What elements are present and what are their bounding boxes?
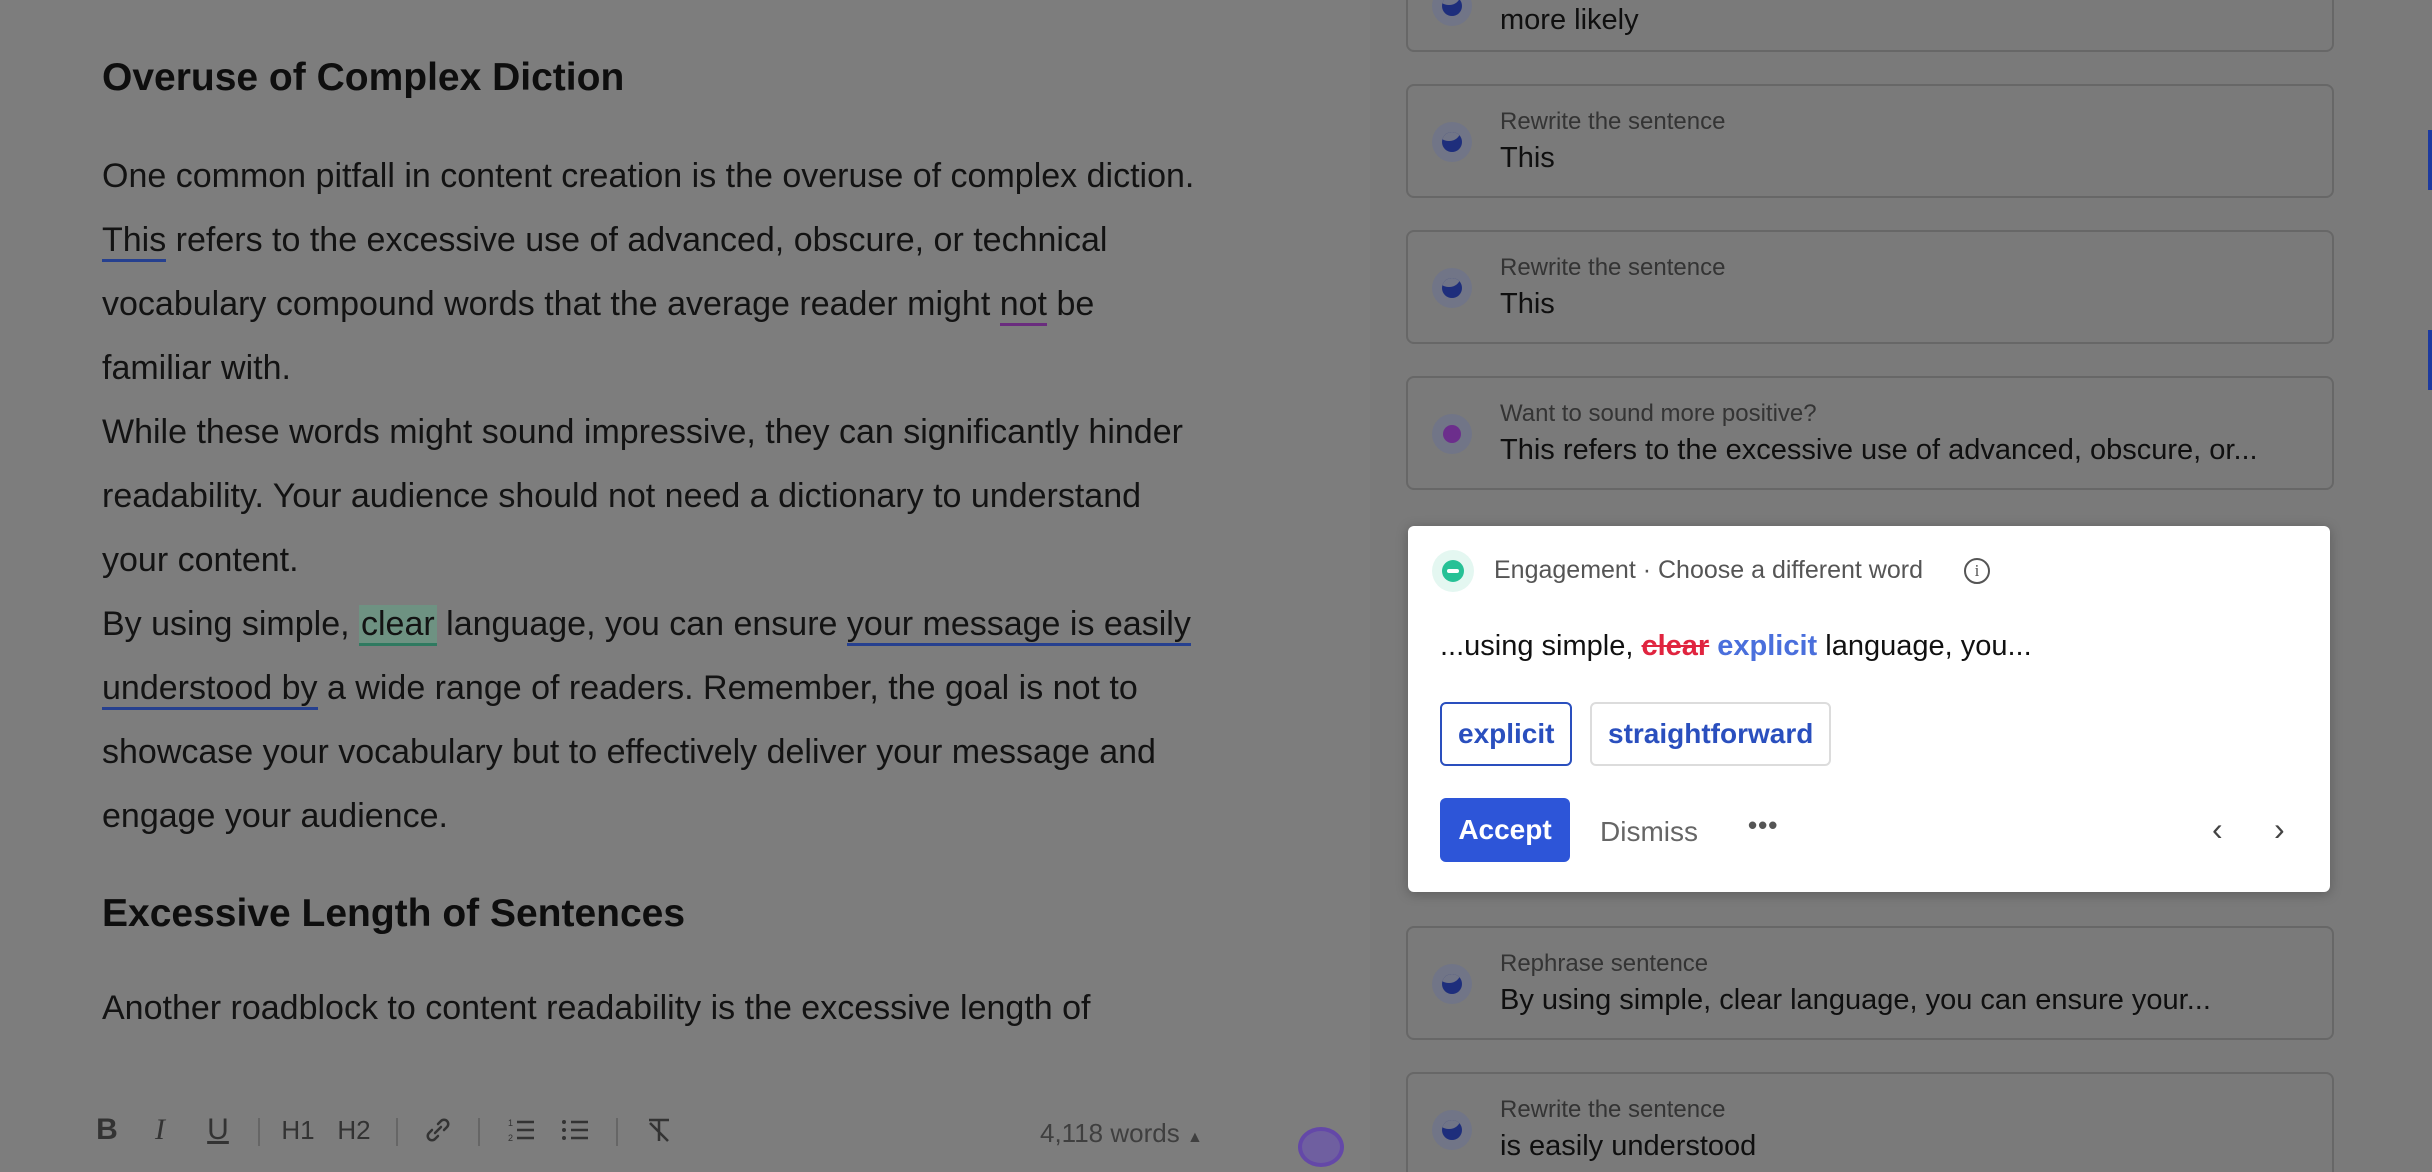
more-options-icon[interactable]: ••• xyxy=(1748,810,1778,841)
toolbar-divider xyxy=(478,1118,480,1146)
suggestion-caption: Rewrite the sentence xyxy=(1500,254,1726,281)
suggestion-caption: Rewrite the sentence xyxy=(1500,108,1726,135)
heading-sentence-length: Excessive Length of Sentences xyxy=(102,892,686,935)
heading-complex-diction: Overuse of Complex Diction xyxy=(102,56,625,99)
deleted-word: clear xyxy=(1641,630,1710,662)
toolbar-divider xyxy=(616,1118,618,1146)
assistant-icon[interactable] xyxy=(1298,1127,1344,1167)
svg-text:2: 2 xyxy=(508,1133,513,1143)
heading1-button[interactable]: H1 xyxy=(280,1110,316,1150)
suggestion-card[interactable]: Rephrase sentence By using simple, clear… xyxy=(1406,926,2334,1040)
paragraph-2[interactable]: While these words might sound impressive… xyxy=(102,400,1302,592)
suggestion-card[interactable]: more likely xyxy=(1406,0,2334,52)
text-line: a wide range of readers. Remember, the g… xyxy=(317,669,1138,707)
suggestion-popup: Engagement · Choose a different word i .… xyxy=(1408,526,2330,892)
paragraph-4[interactable]: Another roadblock to content readability… xyxy=(102,976,1302,1040)
rewrite-icon xyxy=(1432,1110,1472,1150)
suggestion-value: This xyxy=(1500,288,1555,320)
scroll-marker xyxy=(2428,330,2432,390)
text-line: showcase your vocabulary but to effectiv… xyxy=(102,733,1156,771)
text-line: By using simple, xyxy=(102,605,359,643)
heading2-button[interactable]: H2 xyxy=(336,1110,372,1150)
next-suggestion-icon[interactable]: › xyxy=(2274,811,2285,848)
paragraph-1[interactable]: One common pitfall in content creation i… xyxy=(102,144,1302,400)
text-line: readability. Your audience should not ne… xyxy=(102,477,1142,515)
svg-text:1: 1 xyxy=(508,1118,513,1128)
underlined-phrase-2[interactable]: understood by xyxy=(102,669,318,710)
suggestion-card[interactable]: Rewrite the sentence This xyxy=(1406,84,2334,198)
text-line: vocabulary compound words that the avera… xyxy=(102,285,1000,323)
suggestion-value: more likely xyxy=(1500,4,1639,36)
popup-title: Engagement · Choose a different word xyxy=(1494,556,1923,584)
editor-pane: Overuse of Complex Diction One common pi… xyxy=(0,0,1370,1172)
underlined-word-this[interactable]: This xyxy=(102,221,167,262)
scrollbar[interactable] xyxy=(2424,0,2432,1172)
suggestion-caption: Rewrite the sentence xyxy=(1500,1096,1726,1123)
rewrite-icon xyxy=(1432,964,1472,1004)
scroll-marker xyxy=(2428,130,2432,190)
clear-format-icon[interactable] xyxy=(642,1110,676,1150)
accept-button[interactable]: Accept xyxy=(1440,798,1570,862)
suggestion-value: is easily understood xyxy=(1500,1130,1757,1162)
ordered-list-icon[interactable]: 12 xyxy=(504,1110,538,1150)
paragraph-3[interactable]: By using simple, clear language, you can… xyxy=(102,592,1302,848)
toolbar-divider xyxy=(396,1118,398,1146)
word-count[interactable]: 4,118 words ▲ xyxy=(1040,1118,1203,1149)
suggestion-value: This xyxy=(1500,142,1555,174)
text-line: familiar with. xyxy=(102,349,291,387)
underlined-word-not[interactable]: not xyxy=(999,285,1047,326)
underlined-phrase-1[interactable]: your message is easily xyxy=(846,605,1191,646)
text-line: engage your audience. xyxy=(102,797,448,835)
bullet-list-icon[interactable] xyxy=(558,1110,592,1150)
option-explicit[interactable]: explicit xyxy=(1440,702,1573,766)
inserted-word: explicit xyxy=(1717,630,1818,662)
option-straightforward[interactable]: straightforward xyxy=(1590,702,1832,766)
bold-button[interactable]: B xyxy=(92,1110,122,1150)
text-line: While these words might sound impressive… xyxy=(102,413,1183,451)
caret-up-icon: ▲ xyxy=(1186,1129,1203,1146)
text-line: your content. xyxy=(102,541,299,579)
italic-button[interactable]: I xyxy=(146,1110,174,1150)
preview-text: ...using simple, xyxy=(1440,630,1642,662)
text-line: language, you can ensure xyxy=(436,605,847,643)
rewrite-icon xyxy=(1432,268,1472,308)
info-icon[interactable]: i xyxy=(1964,558,1990,584)
suggestion-preview: ...using simple, clear explicit language… xyxy=(1440,630,2032,663)
suggestion-card[interactable]: Rewrite the sentence This xyxy=(1406,230,2334,344)
suggestion-value: This refers to the excessive use of adva… xyxy=(1500,434,2258,466)
dismiss-button[interactable]: Dismiss xyxy=(1600,816,1698,848)
format-toolbar: B I U H1 H2 12 4,118 words ▲ xyxy=(0,1092,1370,1172)
underline-button[interactable]: U xyxy=(203,1110,233,1150)
suggestion-caption: Rephrase sentence xyxy=(1500,950,1709,977)
link-icon[interactable] xyxy=(420,1110,456,1150)
rewrite-icon xyxy=(1432,0,1472,26)
text-line: One common pitfall in content creation i… xyxy=(102,157,1195,195)
text-line: be xyxy=(1047,285,1095,323)
text-line: Another roadblock to content readability… xyxy=(102,989,1091,1027)
tone-icon xyxy=(1432,414,1472,454)
highlighted-word-clear[interactable]: clear xyxy=(359,605,437,646)
toolbar-divider xyxy=(258,1118,260,1146)
preview-text: language, you... xyxy=(1817,630,2032,662)
document-content[interactable]: Overuse of Complex Diction One common pi… xyxy=(102,56,1302,1040)
suggestion-caption: Want to sound more positive? xyxy=(1500,400,1817,427)
text-line: refers to the excessive use of advanced,… xyxy=(166,221,1108,259)
suggestion-card[interactable]: Rewrite the sentence is easily understoo… xyxy=(1406,1072,2334,1172)
engagement-icon xyxy=(1432,550,1474,592)
suggestion-card[interactable]: Want to sound more positive? This refers… xyxy=(1406,376,2334,490)
rewrite-icon xyxy=(1432,122,1472,162)
previous-suggestion-icon[interactable]: ‹ xyxy=(2212,811,2223,848)
word-count-label: 4,118 words xyxy=(1040,1118,1180,1148)
suggestion-value: By using simple, clear language, you can… xyxy=(1500,984,2211,1016)
